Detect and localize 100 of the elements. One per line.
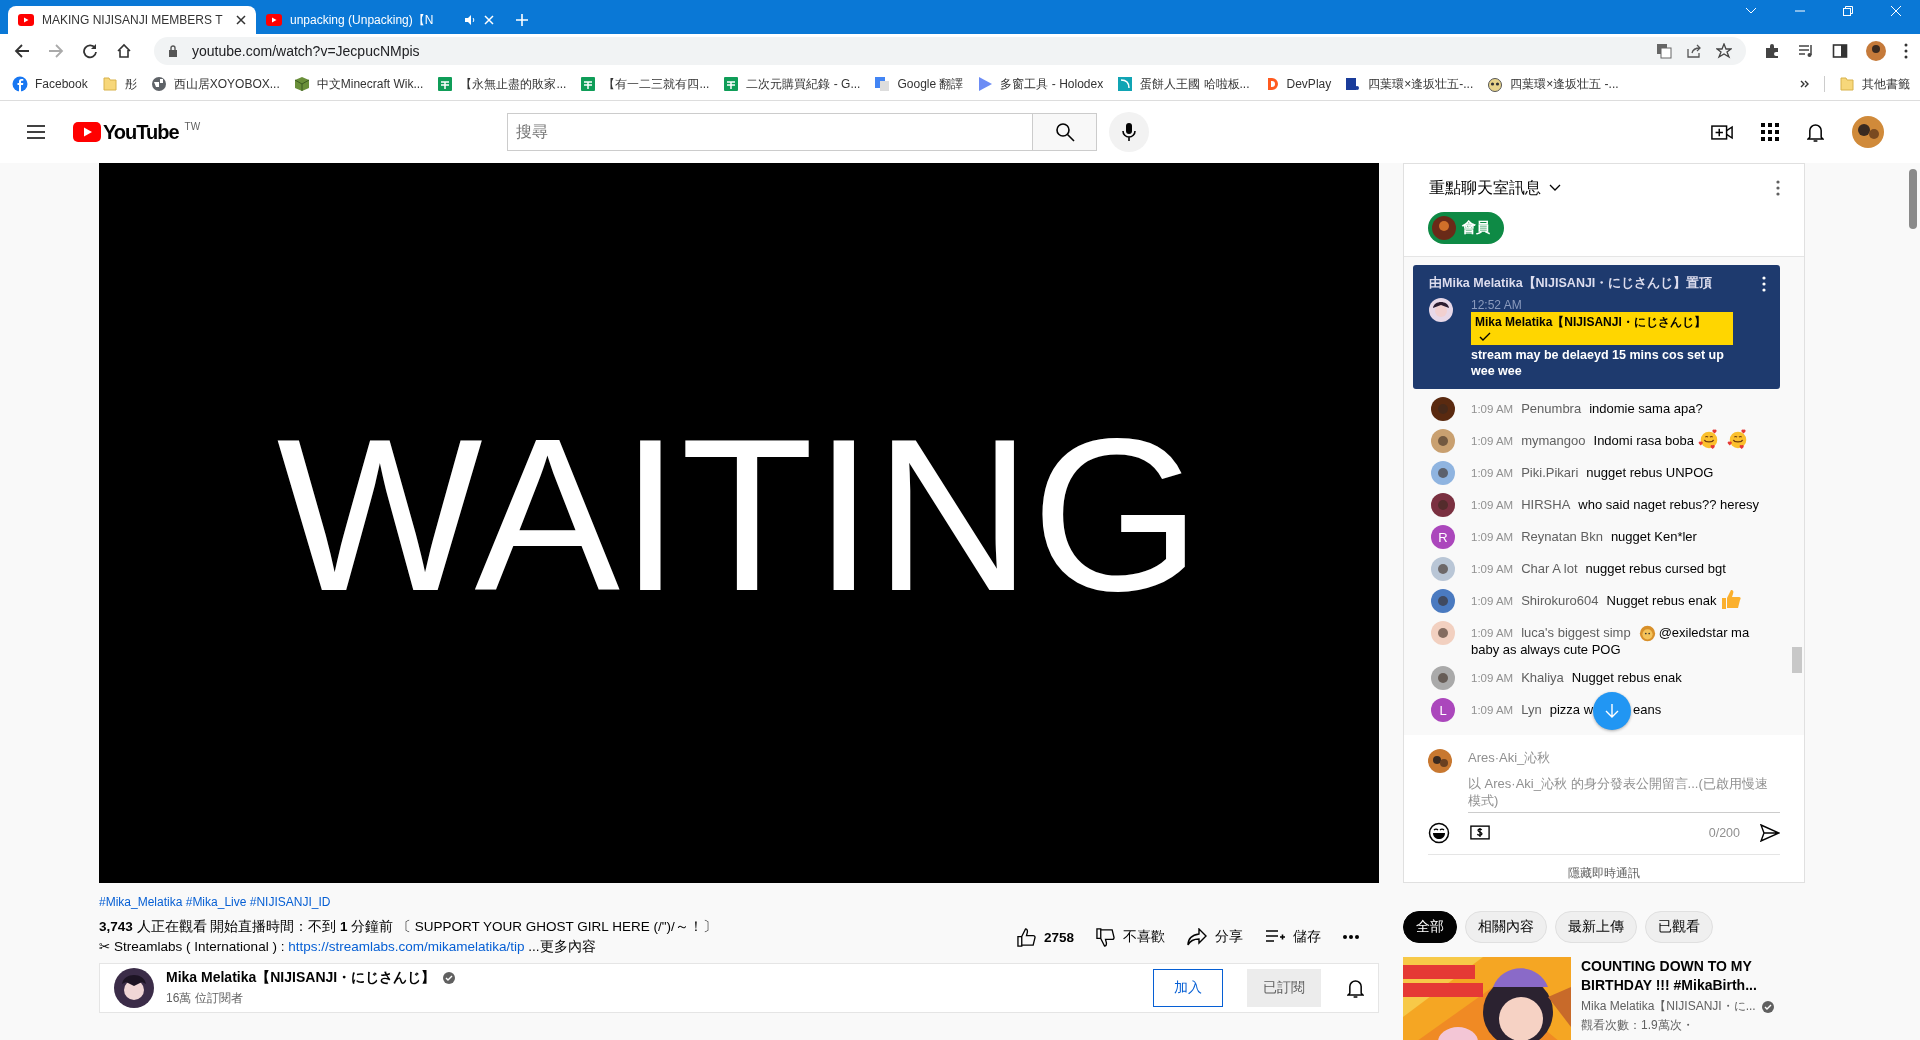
bell-icon[interactable]	[1807, 121, 1824, 143]
bookmark[interactable]: 四葉環×逢坂壮五 -...	[1487, 75, 1619, 93]
browser-tab[interactable]: MAKING NIJISANJI MEMBERS T	[8, 6, 256, 34]
channel-avatar[interactable]	[114, 968, 154, 1008]
dollar-icon[interactable]	[1470, 825, 1490, 840]
scrollbar-thumb[interactable]	[1792, 647, 1802, 673]
home-icon[interactable]	[116, 43, 132, 59]
restore-icon[interactable]	[1843, 6, 1853, 16]
letter-avatar: R	[1431, 525, 1455, 549]
playlist-add-icon	[1265, 930, 1285, 944]
bookmark[interactable]: Google 翻譯	[874, 75, 964, 93]
bookmark[interactable]: 蛋餅人王國 哈啦板...	[1117, 75, 1250, 93]
bookmark[interactable]: 【永無止盡的敗家...	[437, 75, 567, 93]
puzzle-icon[interactable]	[1764, 43, 1780, 59]
author-name[interactable]: HIRSHA	[1521, 497, 1571, 512]
page-scrollbar-thumb[interactable]	[1909, 169, 1917, 229]
show-more-link[interactable]: ...更多內容	[528, 939, 596, 954]
bookmark[interactable]: 多窗工具 - Holodex	[977, 75, 1104, 93]
address-bar[interactable]: youtube.com/watch?v=JecpucNMpis	[154, 37, 1746, 65]
author-name[interactable]: Shirokuro604	[1521, 593, 1599, 608]
side-panel-icon[interactable]	[1832, 43, 1848, 59]
thumbs-up-icon	[1016, 927, 1036, 947]
author-name[interactable]: luca's biggest simp	[1521, 625, 1631, 640]
subscribed-button[interactable]: 已訂閱	[1247, 969, 1321, 1007]
close-icon[interactable]	[236, 15, 246, 25]
share-icon[interactable]	[1686, 43, 1702, 59]
filter-chip[interactable]: 相關內容	[1465, 911, 1547, 943]
user-name: Ares·Aki_沁秋	[1468, 749, 1552, 767]
browser-tab[interactable]: unpacking (Unpacking)【N	[256, 6, 504, 34]
like-button[interactable]: 2758	[1016, 927, 1074, 947]
bookmark[interactable]: 中文Minecraft Wik...	[293, 75, 424, 93]
avatar-icon[interactable]	[1852, 116, 1884, 148]
channel-name[interactable]: Mika Melatika【NIJISANJI・に...	[1581, 998, 1756, 1015]
share-arrow-icon	[1187, 928, 1207, 946]
author-name[interactable]: Lyn	[1521, 702, 1542, 718]
chat-input[interactable]: 以 Ares·Aki_沁秋 的身分發表公開留言...(已啟用慢速模式)	[1468, 771, 1780, 813]
globe-icon	[150, 76, 167, 92]
description-link[interactable]: https://streamlabs.com/mikamelatika/tip	[288, 939, 525, 954]
view-count: 觀看次數：1.9萬次・	[1581, 1017, 1695, 1034]
dislike-button[interactable]: 不喜歡	[1096, 927, 1165, 947]
apps-grid-icon[interactable]	[1761, 123, 1779, 141]
chevron-down-icon[interactable]	[1745, 7, 1757, 15]
send-icon[interactable]	[1760, 823, 1780, 842]
bell-icon[interactable]	[1347, 977, 1364, 999]
star-icon[interactable]	[1716, 43, 1732, 59]
bookmark[interactable]: 西山居XOYOBOX...	[150, 75, 280, 93]
author-name[interactable]: Char A lot	[1521, 561, 1578, 576]
bookmark[interactable]: 二次元購買紀錄 - G...	[723, 75, 861, 93]
search-field[interactable]: 搜尋	[507, 113, 1034, 151]
new-tab-icon[interactable]	[516, 14, 528, 26]
scroll-down-button[interactable]	[1593, 691, 1632, 730]
author-name[interactable]: Penumbra	[1521, 401, 1582, 416]
chevron-right-icon[interactable]	[1800, 80, 1810, 88]
microphone-button[interactable]	[1109, 112, 1150, 152]
filter-chip[interactable]: 最新上傳	[1555, 911, 1637, 943]
menu-icon[interactable]	[27, 125, 45, 139]
video-player[interactable]: WAITING	[99, 163, 1379, 883]
message-text: nugget rebus cursed bgt	[1585, 561, 1726, 576]
speaker-icon[interactable]	[464, 14, 476, 26]
reload-icon[interactable]	[82, 43, 98, 59]
filter-chip[interactable]: 已觀看	[1645, 911, 1713, 943]
avatar	[1429, 298, 1453, 322]
more-icon[interactable]	[1904, 43, 1908, 59]
playlist-icon[interactable]	[1798, 43, 1814, 59]
message-text: stream may be delaeyd 15 mins cos set up wee wee	[1471, 347, 1725, 379]
owner-name-badge: Mika Melatika【NIJISANJI・にじさんじ】	[1471, 312, 1733, 345]
join-button[interactable]: 加入	[1153, 969, 1223, 1007]
bookmark-folder[interactable]: 其他書籤	[1839, 75, 1910, 93]
bookmark[interactable]: 四葉環×逢坂壮五-...	[1345, 75, 1474, 93]
author-name[interactable]: Khaliya	[1521, 670, 1564, 686]
thumbs-up-icon	[1720, 587, 1743, 610]
avatar-icon[interactable]	[1866, 41, 1886, 61]
hide-chat-button[interactable]: 隱藏即時通訊	[1428, 854, 1780, 882]
logo-text: YouTube	[103, 120, 179, 144]
video-camera-plus-icon[interactable]	[1711, 123, 1733, 141]
channel-name[interactable]: Mika Melatika【NIJISANJI・にじさんじ】	[166, 969, 436, 987]
share-button[interactable]: 分享	[1187, 928, 1243, 946]
more-icon[interactable]	[1776, 180, 1780, 196]
filter-chip[interactable]: 全部	[1403, 911, 1457, 943]
save-button[interactable]: 儲存	[1265, 928, 1321, 946]
author-name[interactable]: Piki.Pikari	[1521, 465, 1579, 480]
video-title[interactable]: COUNTING DOWN TO MY BIRTHDAY !!! #MikaBirth...	[1581, 957, 1791, 995]
thumbs-down-icon	[1096, 927, 1115, 947]
hashtags[interactable]: #Mika_Melatika #Mika_Live #NIJISANJI_ID	[99, 895, 1379, 909]
more-icon[interactable]	[1762, 275, 1766, 292]
search-button[interactable]	[1033, 113, 1098, 151]
back-icon[interactable]	[14, 43, 30, 59]
more-icon[interactable]	[1343, 935, 1359, 939]
bookmark[interactable]: Facebook	[12, 76, 88, 92]
bookmark[interactable]: DevPlay	[1263, 76, 1332, 92]
author-name[interactable]: mymangoo	[1521, 433, 1586, 448]
bookmark[interactable]: 【有一二三就有四...	[580, 75, 710, 93]
emoji-icon[interactable]	[1428, 821, 1450, 844]
chat-mode-dropdown[interactable]: 重點聊天室訊息	[1429, 177, 1561, 199]
member-filter-chip[interactable]: 會員	[1428, 212, 1504, 244]
translate-icon[interactable]	[1656, 43, 1672, 59]
avatar	[1431, 397, 1455, 421]
author-name[interactable]: Reynatan Bkn	[1521, 529, 1603, 544]
youtube-logo[interactable]: YouTube $^{TW}$	[73, 120, 201, 144]
bookmark[interactable]: 彤	[101, 75, 137, 93]
